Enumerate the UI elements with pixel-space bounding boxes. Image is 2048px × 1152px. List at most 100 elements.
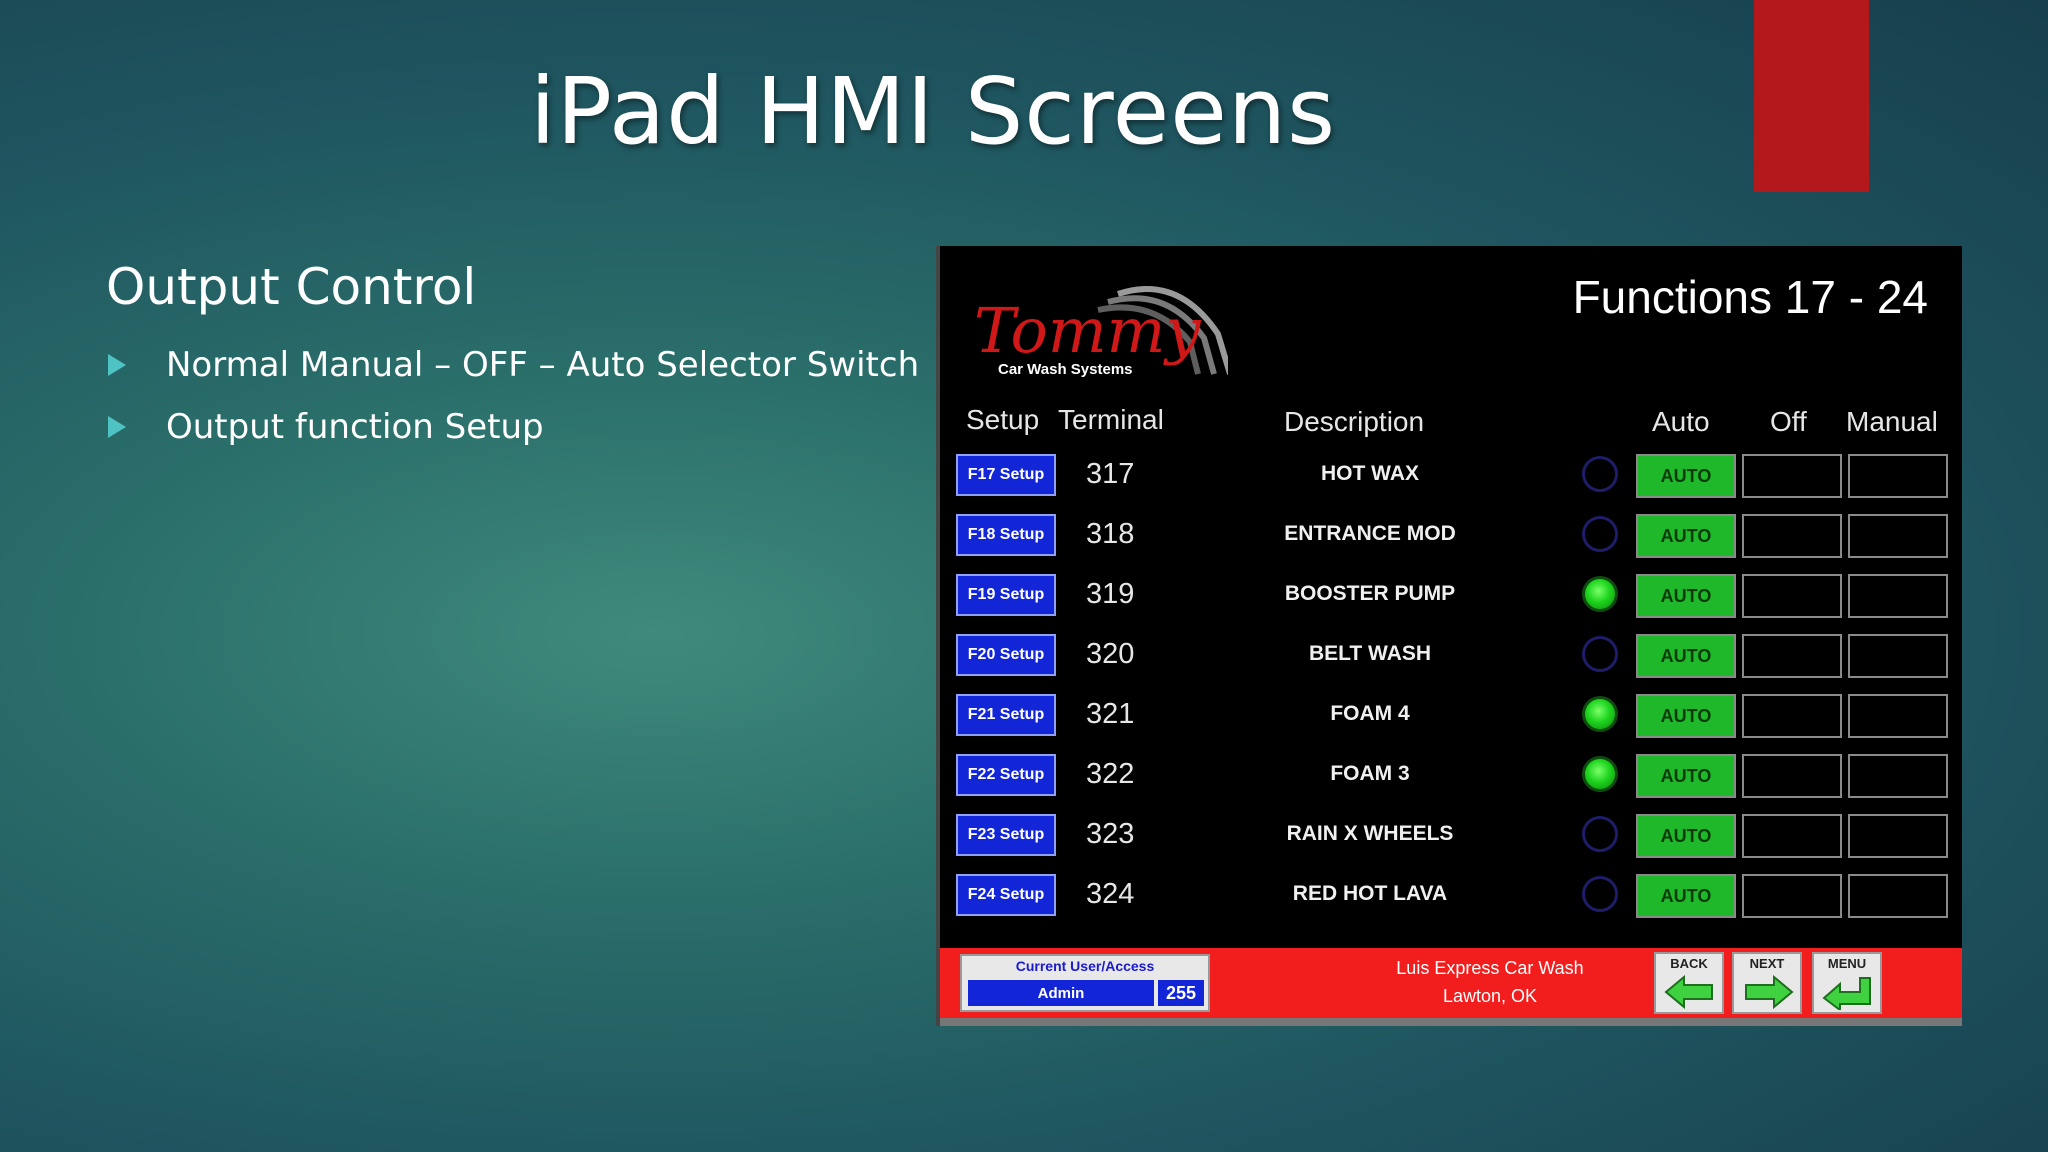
manual-button[interactable] bbox=[1848, 754, 1948, 798]
accent-bar bbox=[1754, 0, 1869, 192]
function-description: ENTRANCE MOD bbox=[1284, 522, 1456, 545]
column-header-setup: Setup bbox=[966, 404, 1040, 435]
manual-button[interactable] bbox=[1848, 634, 1948, 678]
current-user-panel: Current User/Access Admin 255 bbox=[960, 954, 1210, 1012]
site-name: Luis Express Car Wash bbox=[1396, 958, 1584, 978]
current-user-name: Admin bbox=[968, 980, 1154, 1006]
bullet-arrow-icon bbox=[108, 416, 126, 438]
manual-button[interactable] bbox=[1848, 574, 1948, 618]
column-header-terminal: Terminal bbox=[1058, 404, 1164, 435]
bullet-item: Output function Setup bbox=[106, 396, 919, 458]
back-label: BACK bbox=[1670, 956, 1708, 971]
section-title: Output Control bbox=[106, 258, 477, 316]
manual-button[interactable] bbox=[1848, 454, 1948, 498]
f22-setup-button[interactable]: F22 Setup bbox=[956, 754, 1056, 796]
f23-setup-button[interactable]: F23 Setup bbox=[956, 814, 1056, 856]
logo-subtext: Car Wash Systems bbox=[998, 361, 1133, 378]
status-indicator-icon bbox=[1582, 456, 1618, 492]
function-row: F23 Setup 323 RAIN X WHEELS AUTO bbox=[940, 814, 1962, 864]
logo-text: Tommy bbox=[974, 294, 1201, 367]
status-indicator-icon bbox=[1582, 756, 1618, 792]
auto-button[interactable]: AUTO bbox=[1636, 574, 1736, 618]
manual-button[interactable] bbox=[1848, 874, 1948, 918]
off-button[interactable] bbox=[1742, 694, 1842, 738]
back-button[interactable]: BACK bbox=[1654, 952, 1724, 1014]
f17-setup-button[interactable]: F17 Setup bbox=[956, 454, 1056, 496]
auto-button[interactable]: AUTO bbox=[1636, 754, 1736, 798]
function-description: HOT WAX bbox=[1321, 462, 1419, 485]
hmi-footer: Current User/Access Admin 255 Luis Expre… bbox=[940, 948, 1962, 1018]
bullet-arrow-icon bbox=[108, 354, 126, 376]
f20-setup-button[interactable]: F20 Setup bbox=[956, 634, 1056, 676]
bullet-text: Normal Manual – OFF – Auto Selector Swit… bbox=[166, 345, 920, 385]
auto-button[interactable]: AUTO bbox=[1636, 874, 1736, 918]
hmi-screen: Tommy Car Wash Systems Functions 17 - 24… bbox=[936, 246, 1962, 1026]
off-button[interactable] bbox=[1742, 874, 1842, 918]
return-arrow-icon bbox=[1822, 977, 1871, 1010]
off-button[interactable] bbox=[1742, 814, 1842, 858]
status-indicator-icon bbox=[1582, 516, 1618, 552]
current-user-label: Current User/Access bbox=[1015, 958, 1155, 974]
off-button[interactable] bbox=[1742, 634, 1842, 678]
status-indicator-icon bbox=[1582, 636, 1618, 672]
terminal-number: 322 bbox=[1086, 758, 1135, 790]
function-row: F17 Setup 317 HOT WAX AUTO bbox=[940, 454, 1962, 504]
function-description: FOAM 4 bbox=[1330, 702, 1410, 725]
terminal-number: 317 bbox=[1086, 458, 1135, 490]
function-description: BELT WASH bbox=[1308, 642, 1432, 665]
terminal-number: 323 bbox=[1086, 818, 1135, 850]
function-description: RED HOT LAVA bbox=[1292, 882, 1448, 905]
manual-button[interactable] bbox=[1848, 694, 1948, 738]
auto-button[interactable]: AUTO bbox=[1636, 454, 1736, 498]
function-row: F19 Setup 319 BOOSTER PUMP AUTO bbox=[940, 574, 1962, 624]
column-header-auto: Auto bbox=[1652, 406, 1710, 437]
status-indicator-icon bbox=[1582, 816, 1618, 852]
slide-title: iPad HMI Screens bbox=[530, 58, 1337, 165]
function-description: FOAM 3 bbox=[1330, 762, 1410, 785]
site-location: Lawton, OK bbox=[1442, 986, 1538, 1006]
site-info: Luis Express Car Wash Lawton, OK bbox=[1310, 954, 1670, 1010]
column-header-manual: Manual bbox=[1846, 406, 1938, 437]
bullet-list: Normal Manual – OFF – Auto Selector Swit… bbox=[106, 334, 919, 458]
terminal-number: 319 bbox=[1086, 578, 1135, 610]
auto-button[interactable]: AUTO bbox=[1636, 514, 1736, 558]
hmi-title: Functions 17 - 24 bbox=[1572, 271, 1928, 323]
back-arrow-icon bbox=[1664, 974, 1713, 1010]
function-description: RAIN X WHEELS bbox=[1286, 822, 1454, 845]
off-button[interactable] bbox=[1742, 574, 1842, 618]
function-row: F22 Setup 322 FOAM 3 AUTO bbox=[940, 754, 1962, 804]
function-row: F20 Setup 320 BELT WASH AUTO bbox=[940, 634, 1962, 684]
access-level: 255 bbox=[1158, 980, 1204, 1006]
terminal-number: 321 bbox=[1086, 698, 1135, 730]
manual-button[interactable] bbox=[1848, 814, 1948, 858]
hmi-bottom-edge bbox=[940, 1018, 1962, 1026]
f24-setup-button[interactable]: F24 Setup bbox=[956, 874, 1056, 916]
tommy-logo: Tommy Car Wash Systems bbox=[974, 286, 1228, 378]
function-row: F18 Setup 318 ENTRANCE MOD AUTO bbox=[940, 514, 1962, 564]
terminal-number: 324 bbox=[1086, 878, 1135, 910]
status-indicator-icon bbox=[1582, 696, 1618, 732]
bullet-item: Normal Manual – OFF – Auto Selector Swit… bbox=[106, 334, 919, 396]
auto-button[interactable]: AUTO bbox=[1636, 814, 1736, 858]
f21-setup-button[interactable]: F21 Setup bbox=[956, 694, 1056, 736]
function-row: F21 Setup 321 FOAM 4 AUTO bbox=[940, 694, 1962, 744]
auto-button[interactable]: AUTO bbox=[1636, 634, 1736, 678]
column-header-off: Off bbox=[1770, 406, 1807, 437]
status-indicator-icon bbox=[1582, 576, 1618, 612]
function-description: BOOSTER PUMP bbox=[1284, 582, 1456, 605]
next-button[interactable]: NEXT bbox=[1732, 952, 1802, 1014]
f18-setup-button[interactable]: F18 Setup bbox=[956, 514, 1056, 556]
next-arrow-icon bbox=[1745, 974, 1794, 1010]
status-indicator-icon bbox=[1582, 876, 1618, 912]
off-button[interactable] bbox=[1742, 514, 1842, 558]
function-row: F24 Setup 324 RED HOT LAVA AUTO bbox=[940, 874, 1962, 924]
terminal-number: 320 bbox=[1086, 638, 1135, 670]
f19-setup-button[interactable]: F19 Setup bbox=[956, 574, 1056, 616]
menu-button[interactable]: MENU bbox=[1812, 952, 1882, 1014]
off-button[interactable] bbox=[1742, 754, 1842, 798]
menu-label: MENU bbox=[1827, 956, 1867, 971]
off-button[interactable] bbox=[1742, 454, 1842, 498]
terminal-number: 318 bbox=[1086, 518, 1135, 550]
auto-button[interactable]: AUTO bbox=[1636, 694, 1736, 738]
manual-button[interactable] bbox=[1848, 514, 1948, 558]
